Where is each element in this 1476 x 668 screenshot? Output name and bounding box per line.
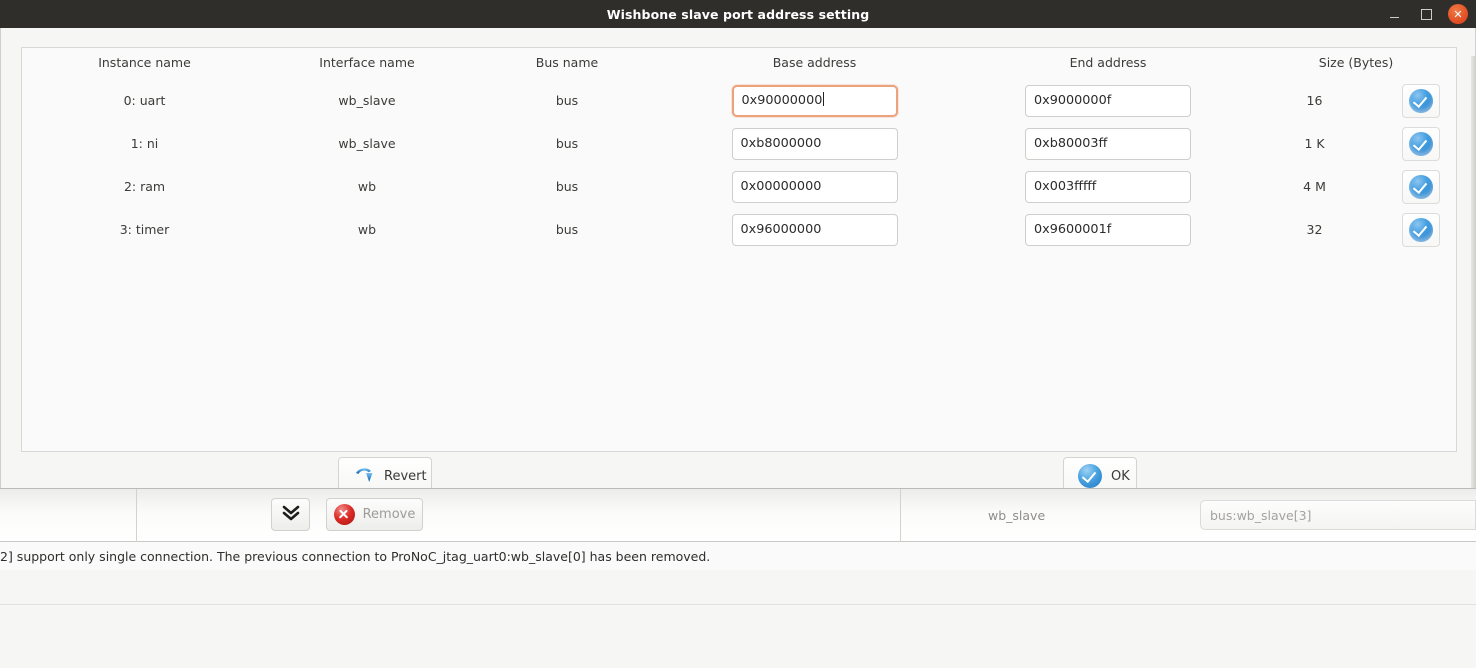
cell-end-address: 0x9600001f — [962, 208, 1254, 251]
header-interface-name: Interface name — [319, 55, 415, 70]
cell-apply — [1384, 208, 1458, 251]
end-address-input[interactable]: 0xb80003ff — [1025, 127, 1191, 160]
close-icon[interactable]: ✕ — [1448, 4, 1468, 24]
address-table: Instance name Interface name Bus name Ba… — [22, 48, 1458, 251]
header-bus-name: Bus name — [535, 55, 599, 70]
cell-interface-name: wb_slave — [338, 93, 396, 108]
cell-end-address: 0x003fffff — [962, 165, 1254, 208]
status-message: 2] support only single connection. The p… — [0, 548, 711, 564]
window-controls: ✕ — [1386, 0, 1468, 28]
apply-address-button[interactable] — [1402, 83, 1440, 118]
table-header-row: Instance name Interface name Bus name Ba… — [22, 48, 1458, 79]
cell-base-address: 0xb8000000 — [667, 122, 962, 165]
cell-interface-name: wb — [357, 179, 377, 194]
base-address-value: 0x90000000 — [741, 92, 823, 108]
header-size-bytes: Size (Bytes) — [1318, 55, 1394, 70]
cell-base-address: 0x96000000 — [667, 208, 962, 251]
cell-end-address: 0xb80003ff — [962, 122, 1254, 165]
cell-size-value: 1 K — [1304, 136, 1325, 151]
text-caret — [823, 91, 825, 106]
base-address-input[interactable]: 0xb8000000 — [731, 127, 898, 160]
table-row: 2: ram wb bus 0x00000000 0x003fffff 4 M — [22, 165, 1458, 208]
bottom-toolbar: Tile name: — [0, 604, 1476, 668]
remove-circle-icon — [333, 504, 355, 525]
table-row: 3: timer wb bus 0x96000000 0x9600001f 32 — [22, 208, 1458, 251]
base-address-input[interactable]: 0x90000000 — [731, 84, 898, 117]
status-bar: 2] support only single connection. The p… — [0, 542, 1476, 570]
base-address-value: 0x00000000 — [740, 178, 822, 194]
revert-button-label: Revert — [384, 468, 427, 484]
end-address-value: 0xb80003ff — [1034, 135, 1108, 151]
end-address-input[interactable]: 0x9600001f — [1025, 213, 1191, 246]
connection-field-value: bus:wb_slave[3] — [1210, 507, 1312, 523]
cell-end-address: 0x9000000f — [962, 79, 1254, 122]
apply-address-button[interactable] — [1402, 126, 1440, 161]
connection-field[interactable]: bus:wb_slave[3] — [1200, 500, 1476, 530]
end-address-value: 0x003fffff — [1034, 178, 1097, 194]
end-address-value: 0x9000000f — [1034, 92, 1112, 108]
base-address-value: 0xb8000000 — [740, 135, 822, 151]
apply-address-button[interactable] — [1402, 169, 1440, 204]
cell-instance-name: 3: timer — [119, 222, 170, 237]
collapse-button[interactable] — [271, 498, 310, 531]
cell-base-address: 0x90000000 — [667, 79, 962, 122]
cell-instance-name: 1: ni — [130, 136, 159, 151]
cell-apply — [1384, 79, 1458, 122]
cell-size-value: 4 M — [1303, 179, 1326, 194]
table-row: 0: uart wb_slave bus 0x90000000 0x9000000f 16 — [22, 79, 1458, 122]
header-instance-name: Instance name — [98, 55, 191, 70]
cell-interface-name: wb_slave — [338, 136, 396, 151]
table-row: 1: ni wb_slave bus 0xb8000000 0xb80003ff 1 K — [22, 122, 1458, 165]
ok-button-label: OK — [1111, 468, 1130, 484]
end-address-value: 0x9600001f — [1034, 221, 1112, 237]
app-root: Wishbone slave port address setting ✕ In… — [0, 0, 1476, 668]
remove-button[interactable]: Remove — [326, 498, 423, 531]
cell-apply — [1384, 122, 1458, 165]
base-address-input[interactable]: 0x00000000 — [731, 170, 898, 203]
cell-bus-name: bus — [555, 93, 579, 108]
dialog-scrollbar[interactable] — [1471, 56, 1475, 516]
address-table-panel: Instance name Interface name Bus name Ba… — [21, 47, 1457, 452]
revert-arrow-icon — [353, 465, 375, 487]
header-base-address: Base address — [772, 55, 857, 70]
cell-interface-name: wb — [357, 222, 377, 237]
cell-bus-name: bus — [555, 179, 579, 194]
double-chevron-down-icon — [280, 503, 302, 527]
cell-bus-name: bus — [555, 136, 579, 151]
check-circle-icon — [1409, 174, 1433, 199]
dialog-titlebar: Wishbone slave port address setting ✕ — [0, 0, 1476, 28]
check-circle-icon — [1409, 88, 1433, 113]
base-address-input[interactable]: 0x96000000 — [731, 213, 898, 246]
base-address-value: 0x96000000 — [740, 221, 822, 237]
remove-button-label: Remove — [362, 507, 416, 522]
wishbone-address-dialog: Instance name Interface name Bus name Ba… — [0, 28, 1476, 516]
dialog-title: Wishbone slave port address setting — [606, 6, 870, 22]
cell-size-value: 32 — [1306, 222, 1323, 237]
cell-bus-name: bus — [555, 222, 579, 237]
address-table-body: 0: uart wb_slave bus 0x90000000 0x9000000f 16… — [22, 79, 1458, 251]
filler-area — [0, 570, 1476, 604]
apply-address-button[interactable] — [1402, 212, 1440, 247]
minimize-icon[interactable] — [1386, 6, 1402, 22]
interface-name-value: wb_slave — [988, 508, 1046, 523]
check-circle-icon — [1409, 131, 1433, 156]
check-circle-icon — [1409, 217, 1433, 242]
check-circle-icon — [1078, 464, 1102, 488]
cell-base-address: 0x00000000 — [667, 165, 962, 208]
end-address-input[interactable]: 0x003fffff — [1025, 170, 1191, 203]
cell-apply — [1384, 165, 1458, 208]
cell-size-value: 16 — [1306, 93, 1323, 108]
header-end-address: End address — [1069, 55, 1147, 70]
end-address-input[interactable]: 0x9000000f — [1025, 84, 1191, 117]
cell-instance-name: 2: ram — [123, 179, 166, 194]
cell-instance-name: 0: uart — [123, 93, 166, 108]
maximize-icon[interactable] — [1418, 6, 1434, 22]
